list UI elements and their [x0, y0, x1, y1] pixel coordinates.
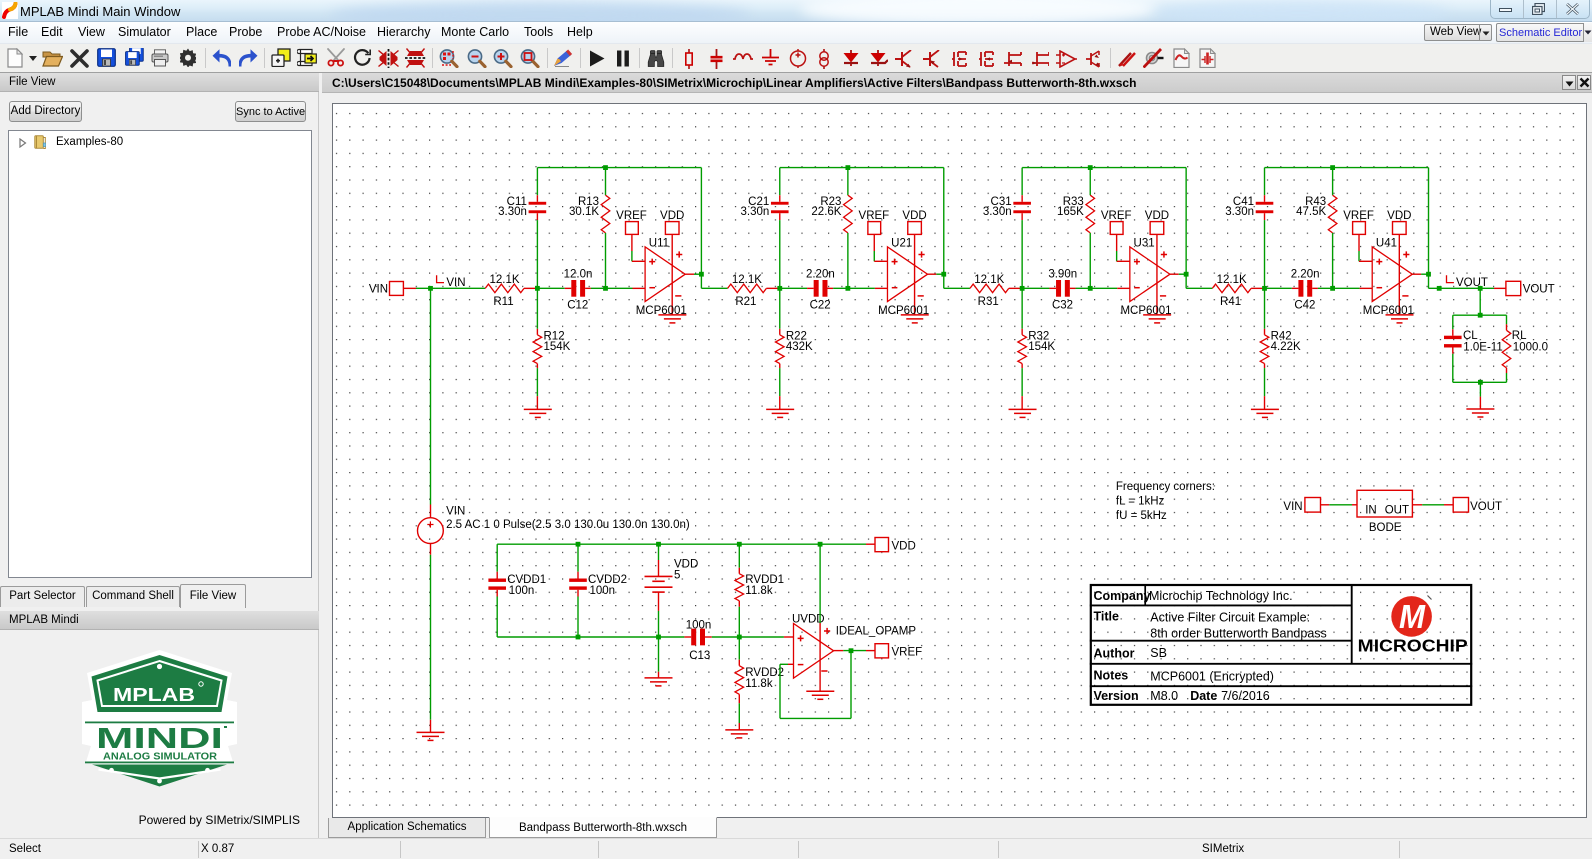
svg-text:12.0n: 12.0n: [564, 269, 593, 281]
svg-text:3.30n: 3.30n: [740, 206, 769, 218]
svg-text:C22: C22: [810, 299, 831, 311]
svg-text:VREF: VREF: [892, 647, 923, 659]
svg-text:3.90n: 3.90n: [1048, 269, 1077, 281]
svg-text:VOUT: VOUT: [1470, 501, 1502, 513]
svg-text:Date: Date: [1190, 689, 1217, 703]
svg-text:11.8k: 11.8k: [745, 585, 773, 597]
svg-text:3.30n: 3.30n: [983, 206, 1012, 218]
svg-text:11.8k: 11.8k: [745, 678, 773, 690]
svg-text:VIN: VIN: [369, 283, 388, 295]
svg-text:VOUT: VOUT: [1523, 283, 1555, 295]
svg-text:VDD: VDD: [892, 540, 916, 552]
svg-text:2.5 AC 1 0 Pulse(2.5 3.0 130.0: 2.5 AC 1 0 Pulse(2.5 3.0 130.0u 130.0n 1…: [446, 519, 690, 531]
svg-text:VREF: VREF: [1343, 210, 1374, 222]
svg-text:VREF: VREF: [616, 210, 647, 222]
svg-text:MCP6001: MCP6001: [636, 305, 687, 317]
svg-text:22.6K: 22.6K: [811, 206, 841, 218]
svg-text:3.30n: 3.30n: [1225, 206, 1254, 218]
svg-text:OUT: OUT: [1385, 505, 1409, 517]
svg-text:U21: U21: [891, 237, 912, 249]
svg-text:154K: 154K: [1028, 341, 1055, 353]
svg-text:12.1K: 12.1K: [974, 274, 1004, 286]
svg-text:fL = 1kHz: fL = 1kHz: [1116, 495, 1165, 507]
svg-text:Author: Author: [1094, 647, 1135, 661]
svg-text:1000.0: 1000.0: [1513, 341, 1548, 353]
svg-text:Version: Version: [1094, 689, 1139, 703]
svg-text:IN: IN: [1365, 505, 1377, 517]
svg-text:MCP6001: MCP6001: [1120, 305, 1171, 317]
svg-text:2.20n: 2.20n: [1291, 269, 1320, 281]
svg-text:IDEAL_OPAMP: IDEAL_OPAMP: [836, 626, 917, 638]
svg-text:5: 5: [674, 569, 680, 581]
svg-text:Company: Company: [1094, 589, 1151, 603]
svg-text:3.30n: 3.30n: [498, 206, 527, 218]
svg-text:1.0E-11: 1.0E-11: [1463, 341, 1502, 353]
svg-text:U11: U11: [649, 237, 669, 249]
svg-text:U41: U41: [1376, 237, 1397, 249]
svg-text:47.5K: 47.5K: [1296, 206, 1326, 218]
svg-text:MPLAB: MPLAB: [113, 685, 195, 705]
svg-text:8th order Butterworth Bandpass: 8th order Butterworth Bandpass: [1150, 627, 1327, 641]
svg-text:R21: R21: [735, 296, 756, 308]
svg-text:MCP6001 (Encrypted): MCP6001 (Encrypted): [1150, 670, 1274, 684]
svg-text:30.1K: 30.1K: [569, 206, 599, 218]
svg-text:MICROCHIP: MICROCHIP: [1358, 635, 1468, 655]
svg-text:Frequency corners:: Frequency corners:: [1116, 481, 1215, 493]
svg-text:M8.0: M8.0: [1150, 689, 1178, 703]
svg-text:100n: 100n: [590, 585, 616, 597]
svg-text:VREF: VREF: [859, 210, 890, 222]
svg-text:12.1K: 12.1K: [732, 274, 762, 286]
svg-text:MCP6001: MCP6001: [1363, 305, 1414, 317]
svg-text:Notes: Notes: [1094, 668, 1129, 682]
svg-text:BODE: BODE: [1369, 522, 1402, 534]
svg-text:C13: C13: [689, 650, 710, 662]
svg-text:R31: R31: [978, 296, 999, 308]
svg-text:SB: SB: [1150, 646, 1167, 660]
svg-text:VIN: VIN: [1283, 501, 1302, 513]
svg-text:Microchip Technology Inc.: Microchip Technology Inc.: [1149, 589, 1293, 603]
svg-text:100n: 100n: [509, 585, 535, 597]
svg-text:M: M: [1399, 598, 1426, 635]
svg-text:C42: C42: [1294, 299, 1315, 311]
svg-text:Title: Title: [1094, 609, 1120, 623]
svg-text:VIN: VIN: [446, 506, 465, 518]
svg-text:VOUT: VOUT: [1456, 277, 1488, 289]
svg-text:R41: R41: [1220, 296, 1241, 308]
svg-text:7/6/2016: 7/6/2016: [1221, 689, 1270, 703]
svg-text:VDD: VDD: [660, 210, 684, 222]
svg-text:432K: 432K: [786, 341, 813, 353]
svg-text:12.1K: 12.1K: [489, 274, 519, 286]
svg-text:Active Filter Circuit Example:: Active Filter Circuit Example:: [1150, 611, 1310, 625]
svg-text:U31: U31: [1134, 237, 1155, 249]
svg-text:ANALOG SIMULATOR: ANALOG SIMULATOR: [103, 752, 218, 763]
svg-text:fU = 5kHz: fU = 5kHz: [1116, 510, 1167, 522]
svg-text:VDD: VDD: [1387, 210, 1411, 222]
svg-text:VDD: VDD: [902, 210, 926, 222]
svg-text:VDD: VDD: [1145, 210, 1169, 222]
svg-text:C12: C12: [567, 299, 588, 311]
svg-text:4.22K: 4.22K: [1271, 341, 1301, 353]
svg-text:2.20n: 2.20n: [806, 269, 835, 281]
svg-text:154K: 154K: [544, 341, 571, 353]
svg-text:C32: C32: [1052, 299, 1073, 311]
svg-text:MCP6001: MCP6001: [878, 305, 929, 317]
svg-text:12.1K: 12.1K: [1217, 274, 1247, 286]
svg-text:R11: R11: [493, 296, 513, 308]
svg-text:165K: 165K: [1057, 206, 1084, 218]
svg-text:VREF: VREF: [1101, 210, 1132, 222]
svg-text:100n: 100n: [686, 620, 712, 632]
svg-text:VIN: VIN: [446, 277, 465, 289]
svg-text:MINDI: MINDI: [96, 723, 223, 755]
